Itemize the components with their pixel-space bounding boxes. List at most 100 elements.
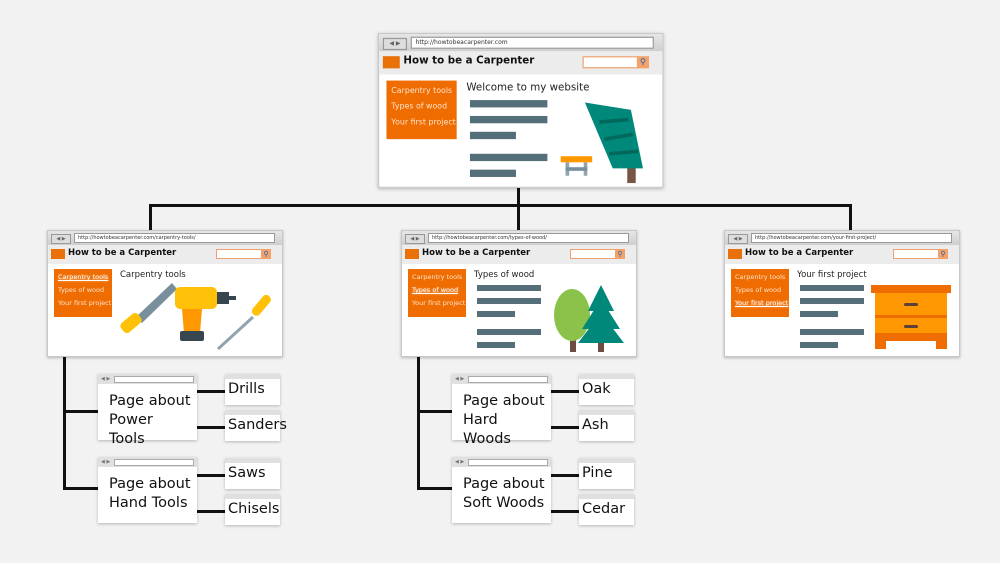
subpage-title: Page about Hard Woods <box>463 393 545 447</box>
connector <box>551 426 579 429</box>
leaf-page: Chisels <box>225 494 280 525</box>
nav-item[interactable]: Your first project <box>54 297 112 310</box>
connector <box>517 186 520 206</box>
nav-item-active[interactable]: Carpentry tools <box>54 271 112 284</box>
drawer-cabinet-illustration <box>871 285 951 350</box>
site-title: How to be a Carpenter <box>403 54 535 68</box>
text-line <box>477 329 541 335</box>
url-bar[interactable]: http://howtobeacarpenter.com/types-of-wo… <box>428 233 629 243</box>
connector <box>551 390 579 393</box>
site-header: How to be a Carpenter ⚲ <box>48 245 282 264</box>
connector <box>197 390 225 393</box>
text-line <box>800 298 864 304</box>
connector <box>849 204 852 231</box>
browser-toolbar: ◀ ▶ http://howtobeacarpenter.com/types-of… <box>402 231 636 245</box>
text-line <box>469 115 548 124</box>
nav-item-active[interactable]: Types of wood <box>408 284 466 297</box>
connector <box>63 487 99 490</box>
browser-toolbar: ◀ ▶ http://howtobeacarpenter.com/carpentr… <box>48 231 282 245</box>
subpage-title: Page about Hand Tools <box>109 476 191 511</box>
leaf-page: Sanders <box>225 410 287 441</box>
connector <box>551 474 579 477</box>
text-line <box>477 342 515 348</box>
text-line <box>477 311 515 317</box>
site-title: How to be a Carpenter <box>422 248 531 258</box>
nav-item[interactable]: Types of wood <box>386 99 456 115</box>
back-forward-icon[interactable]: ◀ ▶ <box>405 234 425 244</box>
search-input[interactable] <box>893 249 939 259</box>
nav-item[interactable]: Carpentry tools <box>386 83 456 99</box>
subpage-soft-woods: ◀ ▶ Page about Soft Woods <box>452 457 551 523</box>
url-bar[interactable]: http://howtobeacarpenter.com/carpentry-t… <box>74 233 275 243</box>
connector <box>149 204 152 231</box>
nav-item[interactable]: Carpentry tools <box>731 271 789 284</box>
connector <box>197 510 225 513</box>
search-input[interactable] <box>216 249 262 259</box>
subpage-hard-woods: ◀ ▶ Page about Hard Woods <box>452 374 551 447</box>
connector <box>197 426 225 429</box>
page-heading: Types of wood <box>474 270 535 280</box>
leaf-page: Pine <box>579 458 634 489</box>
site-title: How to be a Carpenter <box>68 248 177 258</box>
logo <box>382 56 400 69</box>
carpentry-tools-browser: ◀ ▶ http://howtobeacarpenter.com/carpentr… <box>47 230 283 357</box>
search-icon[interactable]: ⚲ <box>636 56 650 69</box>
site-header: How to be a Carpenter ⚲ <box>379 51 663 75</box>
site-header: How to be a Carpenter ⚲ <box>725 245 959 264</box>
text-line <box>469 153 548 162</box>
site-title: How to be a Carpenter <box>745 248 854 258</box>
nav-item[interactable]: Types of wood <box>731 284 789 297</box>
search-icon[interactable]: ⚲ <box>261 249 271 259</box>
nav-item[interactable]: Types of wood <box>54 284 112 297</box>
text-line <box>477 285 541 291</box>
back-forward-icon[interactable]: ◀ ▶ <box>382 37 408 51</box>
search-icon[interactable]: ⚲ <box>615 249 625 259</box>
subpage-hand-tools: ◀ ▶ Page about Hand Tools <box>98 457 197 523</box>
connector <box>551 510 579 513</box>
connector <box>417 410 453 413</box>
text-line <box>800 285 864 291</box>
tools-illustration <box>120 283 271 351</box>
subpage-power-tools: ◀ ▶ Page about Power Tools <box>98 374 197 447</box>
nav-item[interactable]: Your first project <box>408 297 466 310</box>
back-forward-icon[interactable]: ◀ ▶ <box>51 234 71 244</box>
types-of-wood-browser: ◀ ▶ http://howtobeacarpenter.com/types-of… <box>401 230 637 357</box>
connector <box>417 487 453 490</box>
subpage-title: Page about Soft Woods <box>463 476 545 511</box>
logo <box>51 249 65 259</box>
leaf-page: Oak <box>579 374 634 405</box>
home-page-browser: ◀ ▶ http://howtobeacarpenter.com How to b… <box>378 33 664 188</box>
logo <box>405 249 419 259</box>
search-input[interactable] <box>570 249 616 259</box>
url-bar[interactable]: http://howtobeacarpenter.com/your-first-… <box>751 233 952 243</box>
text-line <box>469 169 516 177</box>
connector <box>417 355 420 490</box>
connector <box>517 204 520 231</box>
nav-item[interactable]: Your first project <box>386 115 456 131</box>
back-forward-icon[interactable]: ◀ ▶ <box>728 234 748 244</box>
leaf-page: Cedar <box>579 494 634 525</box>
text-line <box>800 329 864 335</box>
logo <box>728 249 742 259</box>
url-bar[interactable]: http://howtobeacarpenter.com <box>410 36 654 49</box>
search-icon[interactable]: ⚲ <box>938 249 948 259</box>
sidebar-nav: Carpentry tools Types of wood Your first p… <box>54 269 112 317</box>
subpage-title: Page about Power Tools <box>109 393 191 447</box>
connector <box>63 355 66 490</box>
page-heading: Welcome to my website <box>466 81 590 94</box>
sidebar-nav: Carpentry tools Types of wood Your first p… <box>731 269 789 317</box>
search-input[interactable] <box>582 56 639 69</box>
sidebar-nav: Carpentry tools Types of wood Your first p… <box>408 269 466 317</box>
connector <box>197 474 225 477</box>
your-first-project-browser: ◀ ▶ http://howtobeacarpenter.com/your-fir… <box>724 230 960 357</box>
connector <box>149 204 852 207</box>
page-heading: Your first project <box>797 270 867 280</box>
nav-item-active[interactable]: Your first project <box>731 297 789 310</box>
nav-item[interactable]: Carpentry tools <box>408 271 466 284</box>
leaf-page: Saws <box>225 458 280 489</box>
sidebar-nav: Carpentry tools Types of wood Your first p… <box>386 80 457 140</box>
leaf-page: Drills <box>225 374 280 405</box>
text-line <box>800 342 838 348</box>
connector <box>63 410 99 413</box>
text-line <box>800 311 838 317</box>
